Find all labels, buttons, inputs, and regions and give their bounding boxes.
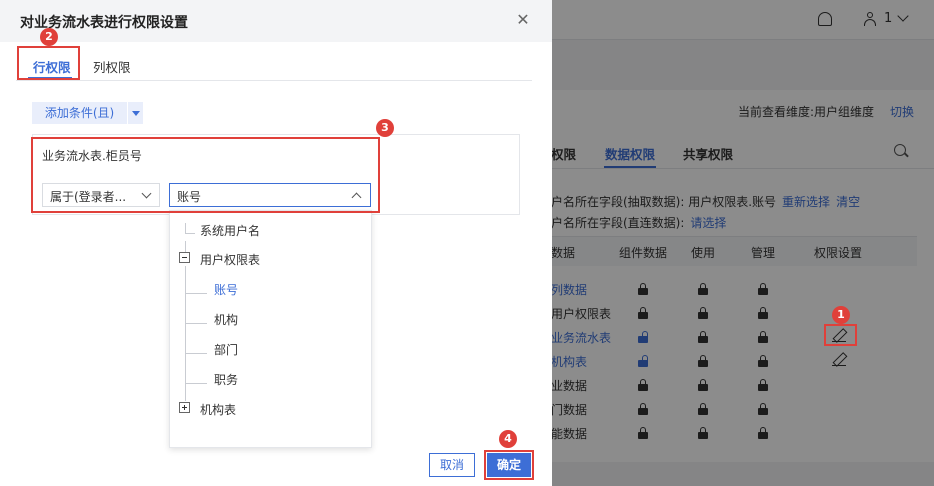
tree-line [185, 223, 186, 233]
tree-line [185, 383, 207, 384]
tree-item[interactable]: 职务 [214, 371, 238, 388]
step-badge: 1 [832, 306, 850, 324]
tree-item[interactable]: 用户权限表 [200, 251, 260, 268]
highlight-condition-box [31, 137, 380, 213]
highlight-edit-box [824, 324, 857, 346]
tree-item[interactable]: 机构 [214, 311, 238, 328]
tree-line [185, 266, 186, 391]
step-badge: 2 [40, 28, 58, 46]
close-icon[interactable]: ✕ [516, 12, 530, 28]
collapse-icon[interactable] [179, 252, 190, 263]
tree-item[interactable]: 部门 [214, 341, 238, 358]
add-condition-button[interactable]: 添加条件(且) [32, 102, 127, 124]
dialog-header: 对业务流水表进行权限设置 ✕ [0, 0, 552, 42]
tree-item-selected[interactable]: 账号 [214, 281, 238, 298]
tree-item[interactable]: 机构表 [200, 401, 236, 418]
permission-dialog: 对业务流水表进行权限设置 ✕ 行权限 列权限 添加条件(且) 业务流水表.柜员号… [0, 0, 552, 486]
tree-item[interactable]: 系统用户名 [200, 222, 260, 239]
tab-divider [16, 80, 532, 81]
tree-line [185, 353, 207, 354]
step-badge: 3 [376, 119, 394, 137]
highlight-ok-box [484, 450, 534, 480]
highlight-tab-box [17, 46, 80, 80]
tab-column-permission[interactable]: 列权限 [93, 57, 131, 76]
tree-line [185, 293, 207, 294]
expand-icon[interactable] [179, 402, 190, 413]
tree-line [185, 323, 207, 324]
cancel-button[interactable]: 取消 [429, 453, 475, 477]
value-dropdown: 系统用户名 用户权限表 账号 机构 部门 职务 机构表 [169, 210, 372, 448]
tree-line [185, 391, 186, 401]
step-badge: 4 [499, 430, 517, 448]
caret-down-icon[interactable] [128, 102, 143, 124]
tree-line [185, 233, 195, 234]
